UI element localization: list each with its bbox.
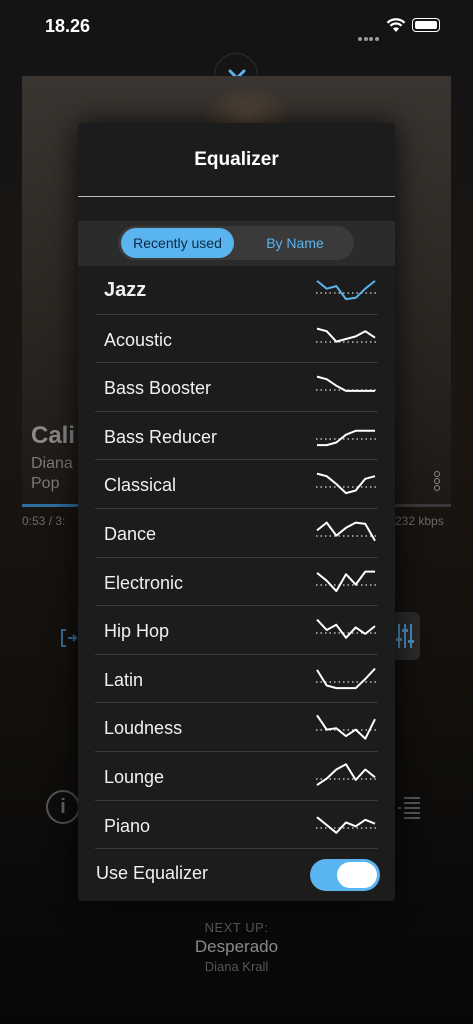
preset-label: Piano bbox=[104, 815, 151, 836]
preset-row[interactable]: Loudness bbox=[78, 703, 395, 752]
preset-label: Bass Booster bbox=[104, 378, 212, 399]
signal-dots-icon bbox=[358, 28, 380, 41]
preset-row[interactable]: Hip Hop bbox=[78, 606, 395, 655]
preset-row[interactable]: Lounge bbox=[78, 752, 395, 801]
preset-label: Dance bbox=[104, 523, 157, 544]
song-artist: Diana bbox=[31, 455, 73, 472]
eq-curve-icon bbox=[316, 429, 376, 446]
toggle-knob bbox=[337, 862, 377, 888]
wifi-icon bbox=[386, 18, 406, 32]
tab-by-name[interactable]: By Name bbox=[240, 228, 350, 258]
preset-label: Latin bbox=[104, 669, 144, 690]
next-up-artist: Diana Krall bbox=[204, 959, 269, 974]
use-equalizer-toggle[interactable] bbox=[310, 859, 380, 891]
title-divider bbox=[78, 196, 395, 197]
song-genre: Pop bbox=[31, 475, 60, 492]
eq-curve-icon bbox=[316, 619, 376, 639]
equalizer-popup: Equalizer Recently used By Name Jazz Acou… bbox=[78, 123, 395, 901]
next-up-title[interactable]: Desperado bbox=[0, 937, 473, 957]
eq-curve-icon bbox=[316, 815, 376, 834]
preset-row[interactable]: Electronic bbox=[78, 558, 395, 607]
status-bar: 18.26 bbox=[0, 0, 473, 52]
preset-row[interactable]: Bass Booster bbox=[78, 363, 395, 412]
preset-row[interactable]: Acoustic bbox=[78, 315, 395, 364]
bitrate: 232 kbps bbox=[395, 514, 444, 528]
preset-label: Electronic bbox=[104, 572, 184, 593]
preset-label: Bass Reducer bbox=[104, 426, 218, 447]
output-device-icon[interactable] bbox=[60, 626, 80, 652]
preset-label: Jazz bbox=[104, 279, 147, 301]
eq-curve-icon bbox=[316, 715, 376, 741]
eq-curve-icon bbox=[316, 375, 376, 393]
preset-row[interactable]: Bass Reducer bbox=[78, 412, 395, 461]
eq-curve-icon bbox=[316, 280, 376, 301]
eq-curve-icon bbox=[316, 763, 376, 786]
queue-list-icon[interactable] bbox=[398, 796, 420, 820]
preset-row[interactable]: Jazz bbox=[78, 266, 395, 315]
eq-curve-icon bbox=[316, 327, 376, 343]
tab-recently-used[interactable]: Recently used bbox=[121, 228, 234, 258]
song-title: Cali bbox=[31, 422, 76, 449]
status-time: 18.26 bbox=[45, 16, 91, 36]
eq-curve-icon bbox=[316, 667, 376, 689]
preset-row[interactable]: Latin bbox=[78, 655, 395, 704]
battery-icon bbox=[412, 18, 440, 32]
next-up-label: NEXT UP: bbox=[204, 920, 269, 935]
more-options-icon[interactable] bbox=[432, 470, 442, 491]
preset-row[interactable]: Classical bbox=[78, 460, 395, 509]
preset-label: Acoustic bbox=[104, 329, 173, 350]
preset-label: Classical bbox=[104, 475, 177, 496]
sort-segment-area: Recently used By Name bbox=[78, 221, 395, 266]
info-icon[interactable]: i bbox=[46, 790, 80, 824]
preset-label: Hip Hop bbox=[104, 621, 170, 642]
preset-row[interactable]: Dance bbox=[78, 509, 395, 558]
eq-curve-icon bbox=[316, 473, 376, 495]
eq-curve-icon bbox=[316, 570, 376, 592]
row-divider bbox=[95, 848, 378, 850]
sort-segmented-control: Recently used By Name bbox=[118, 226, 354, 260]
preset-list: Jazz Acoustic Bass Booster Bass Reducer Clas… bbox=[78, 266, 395, 850]
eq-curve-icon bbox=[316, 521, 376, 542]
use-equalizer-label: Use Equalizer bbox=[96, 863, 209, 883]
elapsed-time: 0:53 / 3: bbox=[22, 514, 66, 528]
equalizer-sliders-icon bbox=[396, 624, 414, 648]
preset-row[interactable]: Piano bbox=[78, 801, 395, 850]
preset-label: Loudness bbox=[104, 718, 183, 739]
preset-label: Lounge bbox=[104, 766, 165, 787]
equalizer-title: Equalizer bbox=[194, 149, 279, 170]
